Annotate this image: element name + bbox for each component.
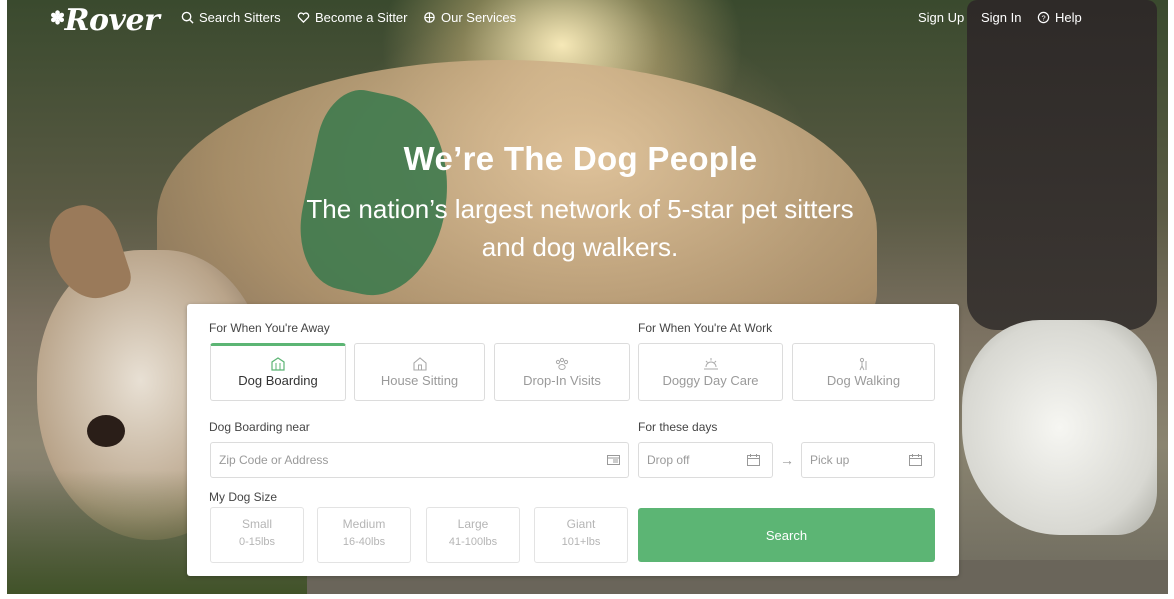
- service-label: Drop-In Visits: [523, 373, 601, 388]
- size-name: Giant: [566, 517, 596, 531]
- paw-logo-icon: ✽: [50, 8, 65, 29]
- hero-subline: The nation’s largest network of 5-star p…: [306, 194, 854, 262]
- service-label: Dog Boarding: [238, 373, 318, 388]
- size-weight: 16-40lbs: [342, 536, 386, 548]
- size-medium[interactable]: Medium 16-40lbs: [317, 507, 411, 563]
- heart-icon: [297, 12, 310, 24]
- size-name: Medium: [342, 517, 386, 531]
- location-label: Dog Boarding near: [209, 420, 310, 434]
- drop-off-input[interactable]: [647, 453, 741, 467]
- top-nav: ✽Rover Search Sitters Become a Sitter Ou…: [0, 0, 1174, 38]
- size-name: Large: [457, 517, 489, 531]
- service-drop-in-visits[interactable]: Drop-In Visits: [494, 343, 630, 401]
- help-icon: ?: [1037, 11, 1050, 24]
- search-card: For When You're Away For When You're At …: [187, 304, 959, 576]
- size-large[interactable]: Large 41-100lbs: [426, 507, 520, 563]
- rover-logo[interactable]: ✽Rover: [50, 3, 160, 38]
- service-house-sitting[interactable]: House Sitting: [354, 343, 485, 401]
- size-weight: 0-15lbs: [238, 536, 276, 548]
- nav-sign-in-label: Sign In: [981, 10, 1022, 25]
- nav-search-sitters-label: Search Sitters: [199, 10, 281, 25]
- service-label: Dog Walking: [826, 373, 901, 388]
- nav-help-label: Help: [1055, 10, 1082, 25]
- service-label: Doggy Day Care: [662, 373, 759, 388]
- size-weight: 101+lbs: [561, 536, 601, 548]
- dog-eye-shape: [87, 415, 125, 447]
- svg-text:?: ?: [1041, 13, 1045, 22]
- away-label: For When You're Away: [209, 321, 330, 335]
- calendar-icon: [747, 454, 760, 466]
- logo-text: Rover: [64, 3, 160, 38]
- location-field[interactable]: [210, 442, 629, 478]
- nav-sign-up-label: Sign Up: [918, 10, 965, 25]
- house-icon: [412, 357, 427, 371]
- location-input[interactable]: [219, 453, 511, 467]
- service-doggy-day-care[interactable]: Doggy Day Care: [638, 343, 783, 401]
- size-giant[interactable]: Giant 101+lbs: [534, 507, 628, 563]
- date-arrow-icon: →: [780, 452, 794, 468]
- calendar-icon: [909, 454, 922, 466]
- service-dog-walking[interactable]: Dog Walking: [792, 343, 935, 401]
- nav-our-services-label: Our Services: [441, 10, 517, 25]
- paw-icon: [555, 357, 569, 370]
- search-icon: [181, 11, 194, 24]
- size-name: Small: [241, 517, 272, 531]
- nav-sign-up[interactable]: Sign Up: [918, 10, 964, 25]
- nav-become-sitter[interactable]: Become a Sitter: [297, 10, 408, 25]
- nav-sign-in[interactable]: Sign In: [981, 10, 1021, 25]
- house-bed-icon: [271, 357, 285, 371]
- sneaker-shape: [962, 320, 1157, 535]
- work-label: For When You're At Work: [638, 321, 773, 335]
- pick-up-input[interactable]: [810, 453, 903, 467]
- pick-up-field[interactable]: [801, 442, 935, 478]
- search-button[interactable]: Search: [638, 508, 935, 562]
- sun-icon: [703, 358, 718, 370]
- days-label: For these days: [638, 420, 718, 434]
- nav-search-sitters[interactable]: Search Sitters: [181, 10, 281, 25]
- size-weight: 41-100lbs: [448, 536, 498, 548]
- services-icon: [424, 12, 435, 23]
- service-dog-boarding[interactable]: Dog Boarding: [210, 343, 346, 401]
- nav-become-sitter-label: Become a Sitter: [315, 10, 408, 25]
- service-label: House Sitting: [380, 373, 459, 388]
- drop-off-field[interactable]: [638, 442, 773, 478]
- size-small[interactable]: Small 0-15lbs: [210, 507, 304, 563]
- hero-headline: We’re The Dog People: [403, 140, 758, 177]
- address-card-icon: [607, 455, 620, 465]
- nav-help[interactable]: ? Help: [1037, 10, 1082, 25]
- size-label: My Dog Size: [209, 490, 278, 504]
- nav-our-services[interactable]: Our Services: [423, 10, 516, 25]
- walk-icon: [859, 357, 866, 371]
